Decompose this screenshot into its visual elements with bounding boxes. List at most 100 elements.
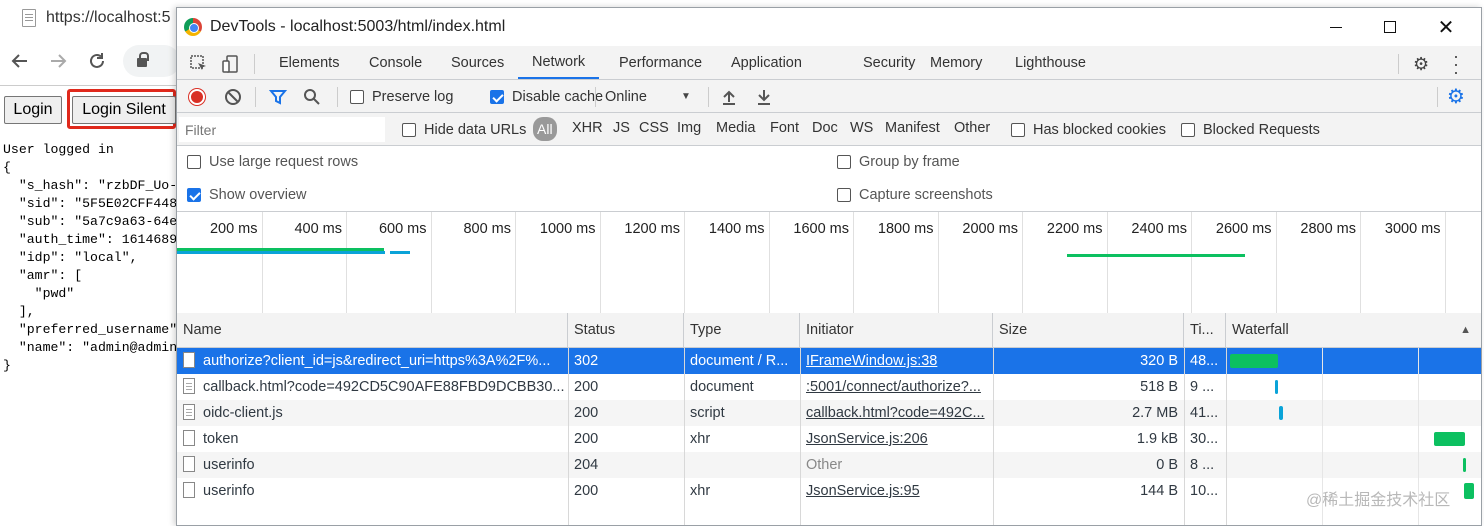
cell-initiator[interactable]: JsonService.js:206 xyxy=(800,426,993,452)
cell-name[interactable]: oidc-client.js xyxy=(177,400,568,426)
gear-icon[interactable]: ⚙ xyxy=(1413,54,1429,75)
devtools-tabbar: Elements Console Sources Network Perform… xyxy=(177,46,1481,81)
column-divider xyxy=(1184,348,1185,525)
group-by-frame-checkbox[interactable]: Group by frame xyxy=(837,154,960,170)
checkbox[interactable] xyxy=(837,155,851,169)
show-overview-checkbox[interactable]: Show overview xyxy=(187,187,307,203)
cell-initiator[interactable]: callback.html?code=492C... xyxy=(800,400,993,426)
forward-arrow-icon[interactable] xyxy=(44,46,72,76)
tab-application[interactable]: Application xyxy=(717,46,816,79)
table-row[interactable]: oidc-client.js 200 script callback.html?cod… xyxy=(177,400,1481,426)
overview-tick-label: 3000 ms xyxy=(1384,221,1441,237)
checkbox[interactable] xyxy=(490,89,504,104)
table-row[interactable]: userinfo 204 Other 0 B 8 ... xyxy=(177,452,1481,478)
import-har-button[interactable] xyxy=(721,80,737,113)
filter-type-css[interactable]: CSS xyxy=(639,120,669,136)
capture-screenshots-checkbox[interactable]: Capture screenshots xyxy=(837,187,993,203)
tab-performance[interactable]: Performance xyxy=(605,46,716,79)
blocked-requests-label: Blocked Requests xyxy=(1203,121,1320,138)
filter-type-all[interactable]: All xyxy=(533,117,557,141)
checkbox[interactable] xyxy=(187,155,201,169)
close-icon[interactable]: ✕ xyxy=(1435,16,1457,39)
checkbox[interactable] xyxy=(350,89,364,104)
tab-network[interactable]: Network xyxy=(518,46,600,79)
col-type[interactable]: Type xyxy=(684,313,800,348)
network-settings-icon[interactable]: ⚙ xyxy=(1447,80,1465,113)
cell-name[interactable]: userinfo xyxy=(177,452,568,478)
throttle-select[interactable]: Online ▼ xyxy=(605,80,693,113)
checkbox[interactable] xyxy=(837,188,851,202)
cell-name[interactable]: token xyxy=(177,426,568,452)
tab-lighthouse[interactable]: Lighthouse xyxy=(1001,46,1100,79)
browser-tab[interactable]: https://localhost:5 xyxy=(0,0,180,36)
cell-initiator[interactable]: Other xyxy=(800,452,993,478)
cell-name[interactable]: authorize?client_id=js&redirect_uri=http… xyxy=(177,348,568,374)
cell-status: 200 xyxy=(574,431,599,447)
cell-initiator[interactable]: JsonService.js:95 xyxy=(800,478,993,504)
login-button[interactable]: Login xyxy=(4,96,62,124)
tab-sources[interactable]: Sources xyxy=(437,46,518,79)
clear-button[interactable] xyxy=(224,80,242,113)
reload-icon[interactable] xyxy=(82,46,110,76)
overview-tick-label: 1800 ms xyxy=(877,221,934,237)
col-time[interactable]: Ti... xyxy=(1184,313,1226,348)
export-har-button[interactable] xyxy=(756,80,772,113)
checkbox[interactable] xyxy=(187,188,201,202)
tab-elements[interactable]: Elements xyxy=(265,46,353,79)
search-button[interactable] xyxy=(303,80,321,113)
table-row[interactable]: authorize?client_id=js&redirect_uri=http… xyxy=(177,348,1481,374)
hide-data-urls-checkbox[interactable]: Hide data URLs xyxy=(402,113,526,146)
checkbox[interactable] xyxy=(1011,122,1025,137)
devtools-window: DevTools - localhost:5003/html/index.htm… xyxy=(176,7,1482,526)
cell-initiator[interactable]: IFrameWindow.js:38 xyxy=(800,348,993,374)
filter-type-manifest[interactable]: Manifest xyxy=(885,120,940,136)
waterfall-bar xyxy=(1434,432,1465,446)
checkbox[interactable] xyxy=(1181,122,1195,137)
tab-console[interactable]: Console xyxy=(355,46,436,79)
inspect-element-icon[interactable] xyxy=(189,54,209,74)
large-rows-checkbox[interactable]: Use large request rows xyxy=(187,154,358,170)
address-bar[interactable] xyxy=(122,44,180,77)
cell-initiator[interactable]: :5001/connect/authorize?... xyxy=(800,374,993,400)
col-name[interactable]: Name xyxy=(177,313,568,348)
col-status[interactable]: Status xyxy=(568,313,684,348)
overview-tick-label: 400 ms xyxy=(294,221,342,237)
col-initiator[interactable]: Initiator xyxy=(800,313,993,348)
more-vertical-icon[interactable]: · · · xyxy=(1453,47,1459,81)
minimize-icon[interactable] xyxy=(1325,16,1347,38)
login-silent-button[interactable]: Login Silent xyxy=(72,96,176,124)
show-overview-label: Show overview xyxy=(209,187,307,203)
filter-type-xhr[interactable]: XHR xyxy=(572,120,603,136)
has-blocked-cookies-label: Has blocked cookies xyxy=(1033,121,1166,138)
filter-type-img[interactable]: Img xyxy=(677,120,701,136)
filter-type-js[interactable]: JS xyxy=(613,120,630,136)
cell-name[interactable]: callback.html?code=492CD5C90AFE88FBD9DCB… xyxy=(177,374,568,400)
filter-input[interactable] xyxy=(179,117,385,142)
col-waterfall[interactable]: Waterfall ▲ xyxy=(1226,313,1481,348)
checkbox[interactable] xyxy=(402,122,416,137)
col-size[interactable]: Size xyxy=(993,313,1184,348)
device-toolbar-icon[interactable] xyxy=(221,54,241,74)
filter-type-ws[interactable]: WS xyxy=(850,120,873,136)
blocked-requests-checkbox[interactable]: Blocked Requests xyxy=(1181,113,1320,146)
filter-type-doc[interactable]: Doc xyxy=(812,120,838,136)
cell-status: 200 xyxy=(574,379,599,395)
filter-type-font[interactable]: Font xyxy=(770,120,799,136)
cell-name[interactable]: userinfo xyxy=(177,478,568,504)
maximize-icon[interactable] xyxy=(1379,16,1401,38)
cell-size: 2.7 MB xyxy=(1132,405,1178,421)
has-blocked-cookies-checkbox[interactable]: Has blocked cookies xyxy=(1011,113,1166,146)
table-row[interactable]: token 200 xhr JsonService.js:206 1.9 kB 30... xyxy=(177,426,1481,452)
cell-time: 8 ... xyxy=(1190,457,1215,473)
record-button[interactable] xyxy=(189,80,205,113)
back-arrow-icon[interactable] xyxy=(6,46,34,76)
table-row[interactable]: userinfo 200 xhr JsonService.js:95 144 B 10..… xyxy=(177,478,1481,504)
tab-memory[interactable]: Memory xyxy=(916,46,996,79)
table-row[interactable]: callback.html?code=492CD5C90AFE88FBD9DCB… xyxy=(177,374,1481,400)
hide-data-urls-label: Hide data URLs xyxy=(424,121,527,138)
filter-type-media[interactable]: Media xyxy=(716,120,756,136)
preserve-log-checkbox[interactable]: Preserve log xyxy=(350,80,453,113)
filter-type-other[interactable]: Other xyxy=(954,120,990,136)
disable-cache-checkbox[interactable]: Disable cache xyxy=(490,80,603,113)
filter-toggle-button[interactable] xyxy=(269,80,287,113)
